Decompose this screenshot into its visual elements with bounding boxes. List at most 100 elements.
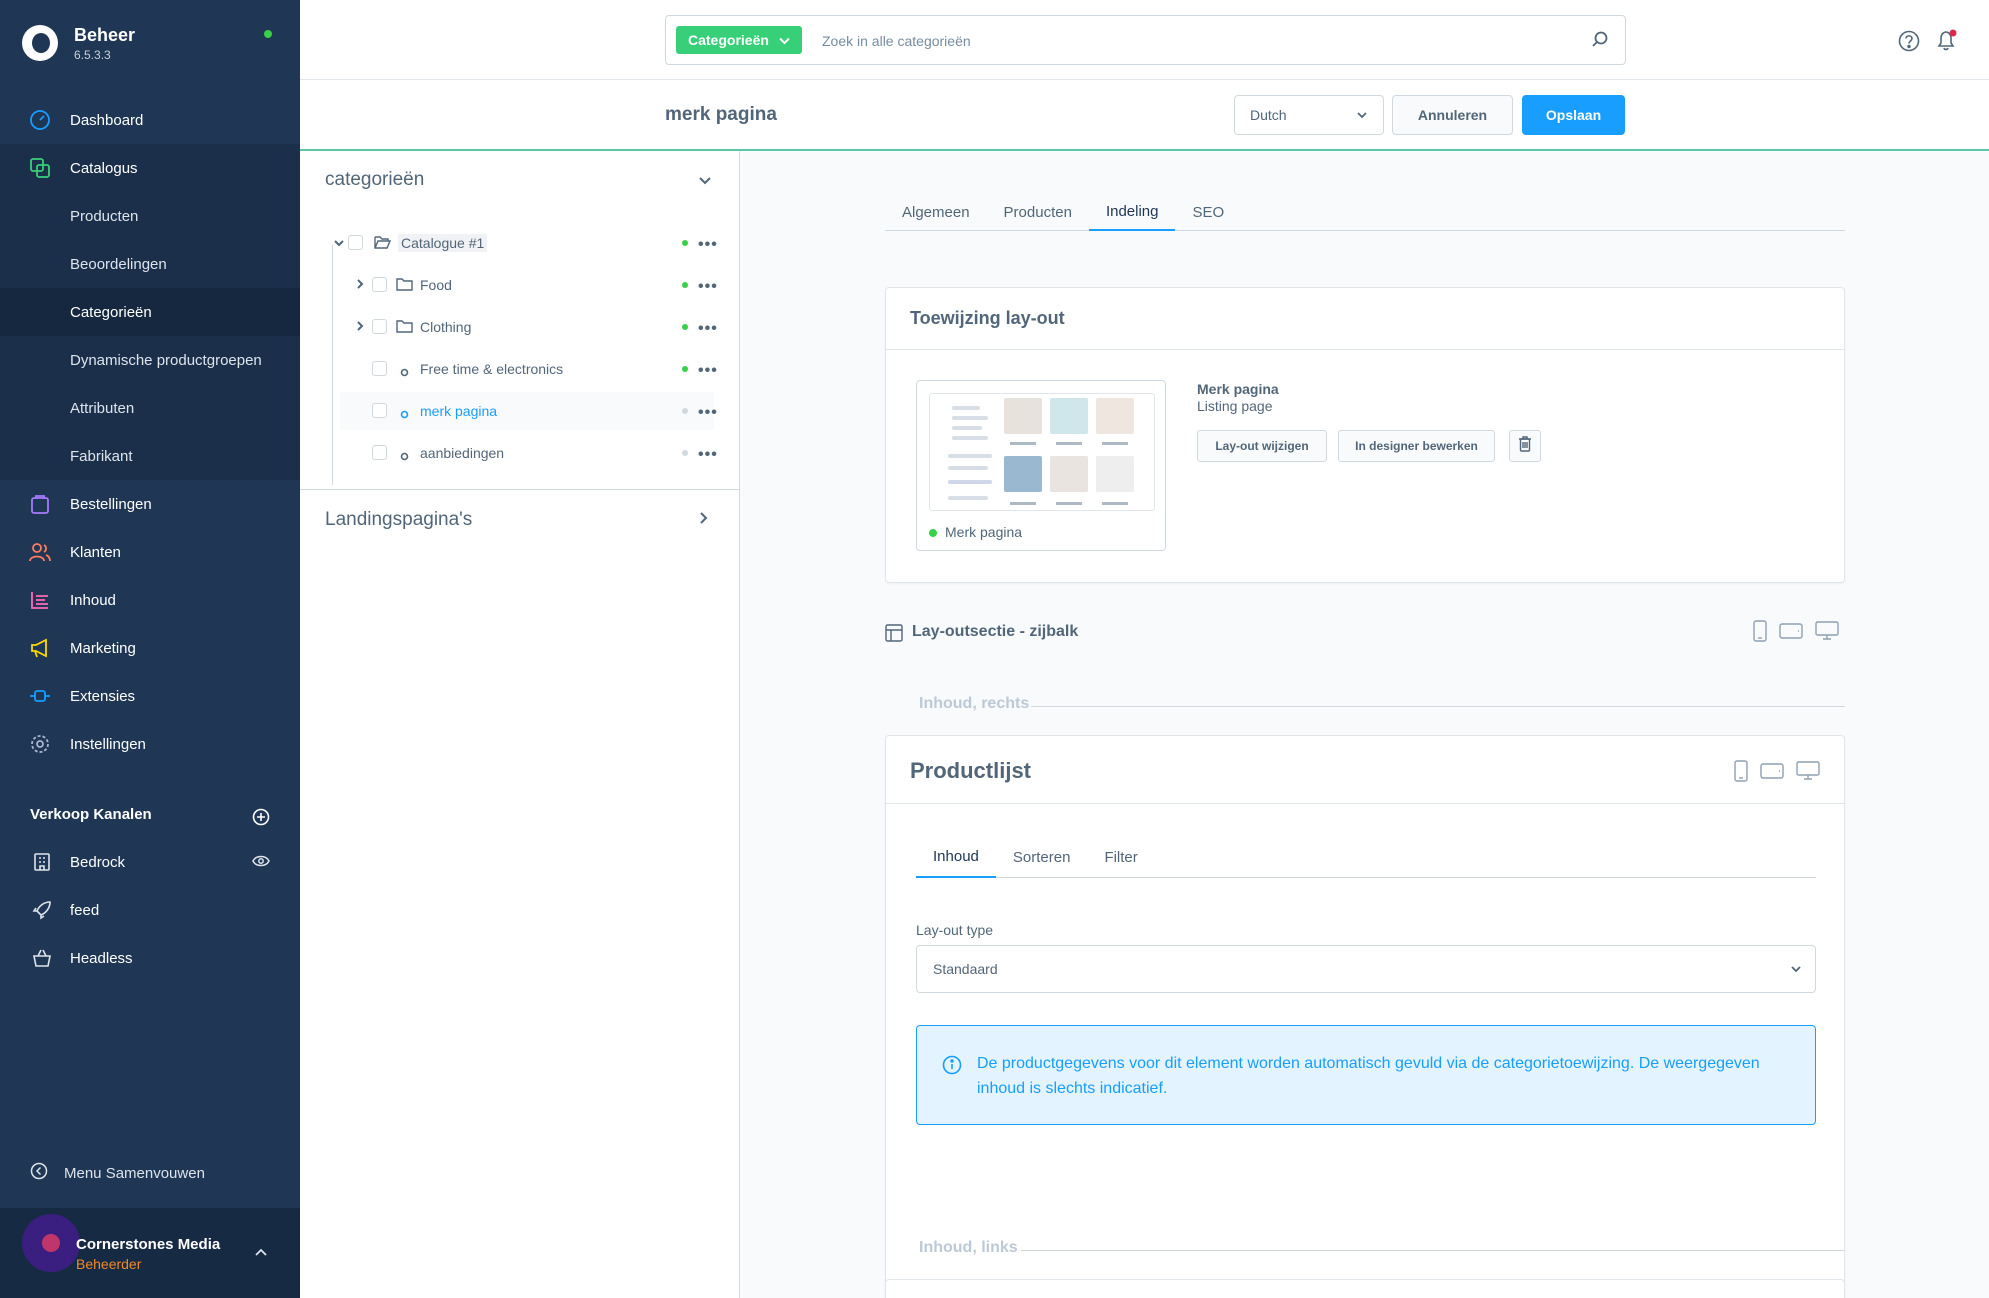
help-icon[interactable]	[1898, 30, 1920, 56]
chevron-right-icon[interactable]	[696, 511, 710, 529]
nav-attributen[interactable]: Attributen	[0, 384, 300, 432]
tree-item-food[interactable]: Food •••	[330, 266, 717, 304]
tree-item-label: Catalogue #1	[398, 234, 488, 252]
chevron-right-icon[interactable]	[353, 319, 367, 333]
tab-producten[interactable]: Producten	[987, 193, 1089, 231]
tree-checkbox[interactable]	[372, 403, 387, 418]
chevron-up-icon[interactable]	[254, 1244, 268, 1261]
bell-icon[interactable]	[1935, 28, 1959, 56]
nav-fabrikant[interactable]: Fabrikant	[0, 432, 300, 480]
nav-beoordelingen-label: Beoordelingen	[70, 255, 167, 273]
layout-preview-image	[929, 393, 1155, 511]
more-options-icon[interactable]: •••	[698, 236, 718, 254]
tree-checkbox[interactable]	[348, 235, 363, 250]
chevron-down-icon	[1789, 962, 1803, 979]
nav-extensies[interactable]: Extensies	[0, 672, 300, 720]
nav-dynamische-productgroepen[interactable]: Dynamische productgroepen	[0, 336, 300, 384]
mobile-icon[interactable]	[1753, 620, 1767, 646]
landing-pages-title[interactable]: Landingspagina's	[325, 509, 472, 531]
tab-sorteren[interactable]: Sorteren	[996, 836, 1088, 878]
nav-attributen-label: Attributen	[70, 399, 135, 417]
tree-item-catalogue-1[interactable]: Catalogue #1 •••	[330, 224, 717, 262]
chevron-down-icon[interactable]	[332, 236, 346, 250]
chevron-right-icon[interactable]	[353, 277, 367, 291]
nav-dashboard-label: Dashboard	[70, 111, 144, 129]
layout-type-label: Lay-out type	[916, 922, 994, 938]
nav-beoordelingen[interactable]: Beoordelingen	[0, 240, 300, 288]
chevron-down-icon[interactable]	[698, 173, 712, 191]
collapse-menu-button[interactable]: Menu Samenvouwen	[30, 1162, 205, 1184]
nav-categorieen[interactable]: Categorieën	[0, 288, 300, 336]
gear-icon	[28, 732, 52, 756]
tab-algemeen[interactable]: Algemeen	[885, 193, 987, 231]
add-sales-channel-icon[interactable]	[252, 808, 270, 826]
folder-open-icon	[374, 235, 392, 253]
nav-bestellingen[interactable]: Bestellingen	[0, 480, 300, 528]
more-options-icon[interactable]: •••	[698, 320, 718, 338]
search-input[interactable]	[822, 28, 1562, 54]
sales-channel-feed-label: feed	[70, 901, 100, 919]
nav-klanten[interactable]: Klanten	[0, 528, 300, 576]
sales-channel-headless[interactable]: Headless	[0, 934, 300, 982]
smart-bar: merk pagina Dutch Annuleren Opslaan	[300, 80, 1989, 151]
language-select[interactable]: Dutch	[1234, 95, 1384, 135]
tree-checkbox[interactable]	[372, 277, 387, 292]
remove-layout-button[interactable]	[1509, 430, 1541, 462]
status-dot	[682, 324, 688, 330]
more-options-icon[interactable]: •••	[698, 404, 718, 422]
tab-inhoud[interactable]: Inhoud	[916, 836, 996, 878]
tablet-icon[interactable]	[1779, 623, 1803, 643]
more-options-icon[interactable]: •••	[698, 446, 718, 464]
nav-extensies-label: Extensies	[70, 687, 136, 705]
storefront-icon	[30, 850, 54, 874]
more-options-icon[interactable]: •••	[698, 362, 718, 380]
tree-checkbox[interactable]	[372, 361, 387, 376]
sales-channel-feed[interactable]: feed	[0, 886, 300, 934]
search-icon[interactable]	[1591, 30, 1609, 52]
change-layout-button[interactable]: Lay-out wijzigen	[1197, 430, 1327, 462]
status-dot	[682, 240, 688, 246]
nav-dashboard[interactable]: Dashboard	[0, 96, 300, 144]
tree-item-aanbiedingen[interactable]: aanbiedingen •••	[330, 434, 717, 472]
divider	[1031, 706, 1845, 707]
tree-checkbox[interactable]	[372, 319, 387, 334]
nav-instellingen[interactable]: Instellingen	[0, 720, 300, 768]
save-button[interactable]: Opslaan	[1522, 95, 1625, 135]
brand[interactable]: Beheer 6.5.3.3	[22, 22, 135, 64]
shopping-bag-icon	[28, 492, 52, 516]
desktop-icon[interactable]	[1796, 761, 1820, 785]
layout-type-select[interactable]: Standaard	[916, 945, 1816, 993]
desktop-icon[interactable]	[1815, 621, 1839, 645]
edit-in-designer-button[interactable]: In designer bewerken	[1338, 430, 1495, 462]
nav-inhoud[interactable]: Inhoud	[0, 576, 300, 624]
nav-catalogus-label: Catalogus	[70, 159, 138, 177]
tab-filter[interactable]: Filter	[1087, 836, 1154, 878]
megaphone-icon	[28, 636, 52, 660]
nav-producten[interactable]: Producten	[0, 192, 300, 240]
layout-section-title: Lay-outsectie - zijbalk	[912, 623, 1079, 640]
mobile-icon[interactable]	[1734, 760, 1748, 786]
trash-icon	[1518, 436, 1532, 456]
nav-producten-label: Producten	[70, 207, 139, 225]
nav-catalogus[interactable]: Catalogus	[0, 144, 300, 192]
category-tree-title[interactable]: categorieën	[325, 169, 424, 191]
nav-marketing-label: Marketing	[70, 639, 136, 657]
nav-marketing[interactable]: Marketing	[0, 624, 300, 672]
tree-item-free-time-electronics[interactable]: Free time & electronics •••	[330, 350, 717, 388]
more-options-icon[interactable]: •••	[698, 278, 718, 296]
eye-icon[interactable]	[252, 854, 270, 871]
category-detail: Algemeen Producten Indeling SEO Toewijzi…	[741, 151, 1989, 1298]
layout-preview[interactable]: Merk pagina	[916, 380, 1166, 551]
tree-item-clothing[interactable]: Clothing •••	[330, 308, 717, 346]
cancel-button[interactable]: Annuleren	[1392, 95, 1513, 135]
tab-indeling[interactable]: Indeling	[1088, 193, 1176, 231]
avatar[interactable]	[22, 1214, 80, 1272]
tree-item-merk-pagina[interactable]: merk pagina •••	[340, 392, 717, 430]
tab-seo[interactable]: SEO	[1175, 193, 1241, 231]
tree-checkbox[interactable]	[372, 445, 387, 460]
tablet-icon[interactable]	[1760, 763, 1784, 783]
layout-name: Merk pagina	[1197, 381, 1279, 397]
search-type-selector[interactable]: Categorieën	[676, 26, 802, 54]
device-visibility	[1734, 760, 1820, 786]
nav-categorieen-label: Categorieën	[70, 303, 152, 321]
